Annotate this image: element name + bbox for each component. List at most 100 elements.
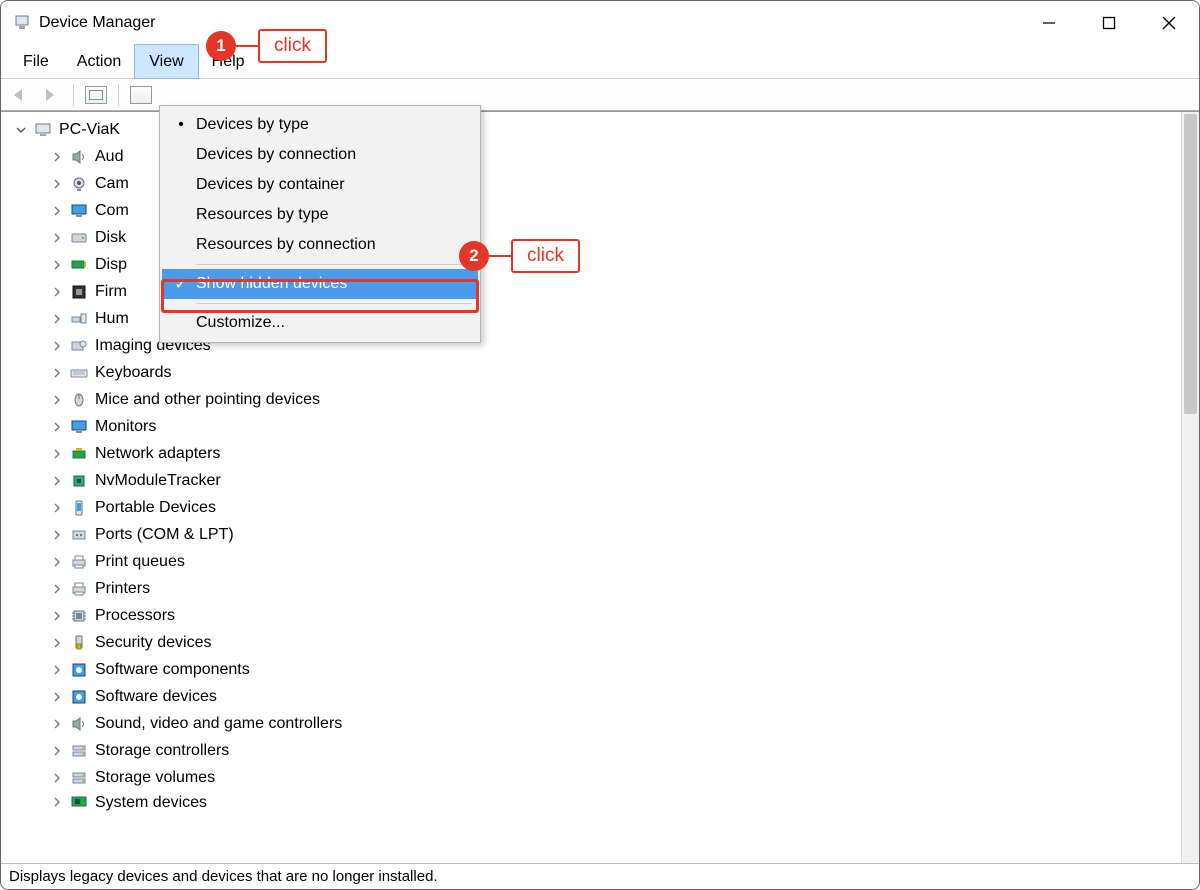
annotation-step2-label: click <box>511 239 580 273</box>
computer-icon <box>33 120 53 140</box>
firmware-icon <box>69 282 89 302</box>
forward-button[interactable] <box>39 83 63 107</box>
help-button[interactable] <box>129 83 153 107</box>
menu-item-devices-by-container[interactable]: Devices by container <box>162 170 478 200</box>
tree-node[interactable]: Monitors <box>1 413 1181 440</box>
chevron-right-icon[interactable] <box>49 338 65 354</box>
menu-action[interactable]: Action <box>63 45 135 78</box>
chevron-right-icon[interactable] <box>49 527 65 543</box>
chevron-right-icon[interactable] <box>49 716 65 732</box>
tree-node[interactable]: Software components <box>1 656 1181 683</box>
printer-icon <box>69 579 89 599</box>
tree-node[interactable]: Mice and other pointing devices <box>1 386 1181 413</box>
menu-item-resources-by-connection[interactable]: Resources by connection <box>162 230 478 260</box>
chevron-right-icon[interactable] <box>49 149 65 165</box>
chevron-right-icon[interactable] <box>49 662 65 678</box>
menu-file[interactable]: File <box>9 45 63 78</box>
menu-item-customize[interactable]: Customize... <box>162 308 478 338</box>
tree-node[interactable]: Keyboards <box>1 359 1181 386</box>
speaker-icon <box>69 147 89 167</box>
disk-icon <box>69 228 89 248</box>
chevron-right-icon[interactable] <box>49 257 65 273</box>
tree-node-label: Print queues <box>95 548 185 575</box>
menu-item-resources-by-type[interactable]: Resources by type <box>162 200 478 230</box>
annotation-step1-label: click <box>258 29 327 63</box>
tree-node-label: Ports (COM & LPT) <box>95 521 234 548</box>
tree-node-label: Hum <box>95 305 129 332</box>
chevron-right-icon[interactable] <box>49 608 65 624</box>
security-icon <box>69 633 89 653</box>
menu-item-show-hidden-devices[interactable]: ✓Show hidden devices <box>162 269 478 299</box>
display-adapter-icon <box>69 255 89 275</box>
chevron-right-icon[interactable] <box>49 500 65 516</box>
tree-node[interactable]: Processors <box>1 602 1181 629</box>
toolbar-separator <box>73 84 74 106</box>
portable-icon <box>69 498 89 518</box>
chevron-right-icon[interactable] <box>49 419 65 435</box>
tree-node[interactable]: NvModuleTracker <box>1 467 1181 494</box>
hid-icon <box>69 309 89 329</box>
chevron-right-icon[interactable] <box>49 554 65 570</box>
chevron-right-icon[interactable] <box>49 311 65 327</box>
menu-view[interactable]: View <box>135 45 197 78</box>
tree-node[interactable]: Storage volumes <box>1 764 1181 791</box>
chevron-right-icon[interactable] <box>49 203 65 219</box>
chevron-right-icon[interactable] <box>49 446 65 462</box>
tree-node[interactable]: Printers <box>1 575 1181 602</box>
menu-separator <box>196 303 472 304</box>
chevron-right-icon[interactable] <box>49 473 65 489</box>
tree-node[interactable]: Software devices <box>1 683 1181 710</box>
menu-item-label: Customize... <box>196 314 285 332</box>
close-button[interactable] <box>1139 1 1199 45</box>
tree-node[interactable]: Print queues <box>1 548 1181 575</box>
menu-separator <box>196 264 472 265</box>
chevron-right-icon[interactable] <box>49 392 65 408</box>
chevron-right-icon[interactable] <box>49 635 65 651</box>
toolbar-separator <box>118 84 119 106</box>
tree-node-label: Printers <box>95 575 150 602</box>
show-hide-console-tree-button[interactable] <box>84 83 108 107</box>
tree-node[interactable]: System devices <box>1 791 1181 813</box>
tree-root-label: PC-ViaK <box>59 116 120 143</box>
chevron-right-icon[interactable] <box>49 581 65 597</box>
chevron-right-icon[interactable] <box>49 365 65 381</box>
maximize-button[interactable] <box>1079 1 1139 45</box>
chevron-right-icon[interactable] <box>49 284 65 300</box>
radio-dot-icon: • <box>166 116 196 134</box>
scrollbar-thumb[interactable] <box>1184 114 1197 414</box>
tree-node-label: System devices <box>95 791 207 813</box>
menubar: File Action View Help <box>1 45 1199 79</box>
tree-node[interactable]: Sound, video and game controllers <box>1 710 1181 737</box>
software-icon <box>69 687 89 707</box>
minimize-button[interactable] <box>1019 1 1079 45</box>
annotation-step1: 1 click <box>206 29 327 63</box>
chevron-right-icon[interactable] <box>49 689 65 705</box>
vertical-scrollbar[interactable] <box>1181 112 1199 863</box>
tree-node-label: Security devices <box>95 629 212 656</box>
tree-node-label: Disk <box>95 224 126 251</box>
chevron-right-icon[interactable] <box>49 770 65 786</box>
software-icon <box>69 660 89 680</box>
menu-item-label: Show hidden devices <box>196 275 347 293</box>
chevron-down-icon[interactable] <box>13 122 29 138</box>
titlebar: Device Manager <box>1 1 1199 45</box>
tree-node-label: Cam <box>95 170 129 197</box>
view-dropdown-menu: •Devices by typeDevices by connectionDev… <box>159 105 481 343</box>
chevron-right-icon[interactable] <box>49 794 65 810</box>
window-title: Device Manager <box>39 14 156 32</box>
tree-node[interactable]: Storage controllers <box>1 737 1181 764</box>
imaging-icon <box>69 336 89 356</box>
menu-item-devices-by-type[interactable]: •Devices by type <box>162 110 478 140</box>
tree-node[interactable]: Ports (COM & LPT) <box>1 521 1181 548</box>
tree-node-label: NvModuleTracker <box>95 467 221 494</box>
chevron-right-icon[interactable] <box>49 230 65 246</box>
chevron-right-icon[interactable] <box>49 743 65 759</box>
menu-item-devices-by-connection[interactable]: Devices by connection <box>162 140 478 170</box>
back-button[interactable] <box>9 83 33 107</box>
tree-node-label: Monitors <box>95 413 156 440</box>
tree-node[interactable]: Portable Devices <box>1 494 1181 521</box>
chevron-right-icon[interactable] <box>49 176 65 192</box>
tree-node[interactable]: Security devices <box>1 629 1181 656</box>
tree-node[interactable]: Network adapters <box>1 440 1181 467</box>
speaker-icon <box>69 714 89 734</box>
